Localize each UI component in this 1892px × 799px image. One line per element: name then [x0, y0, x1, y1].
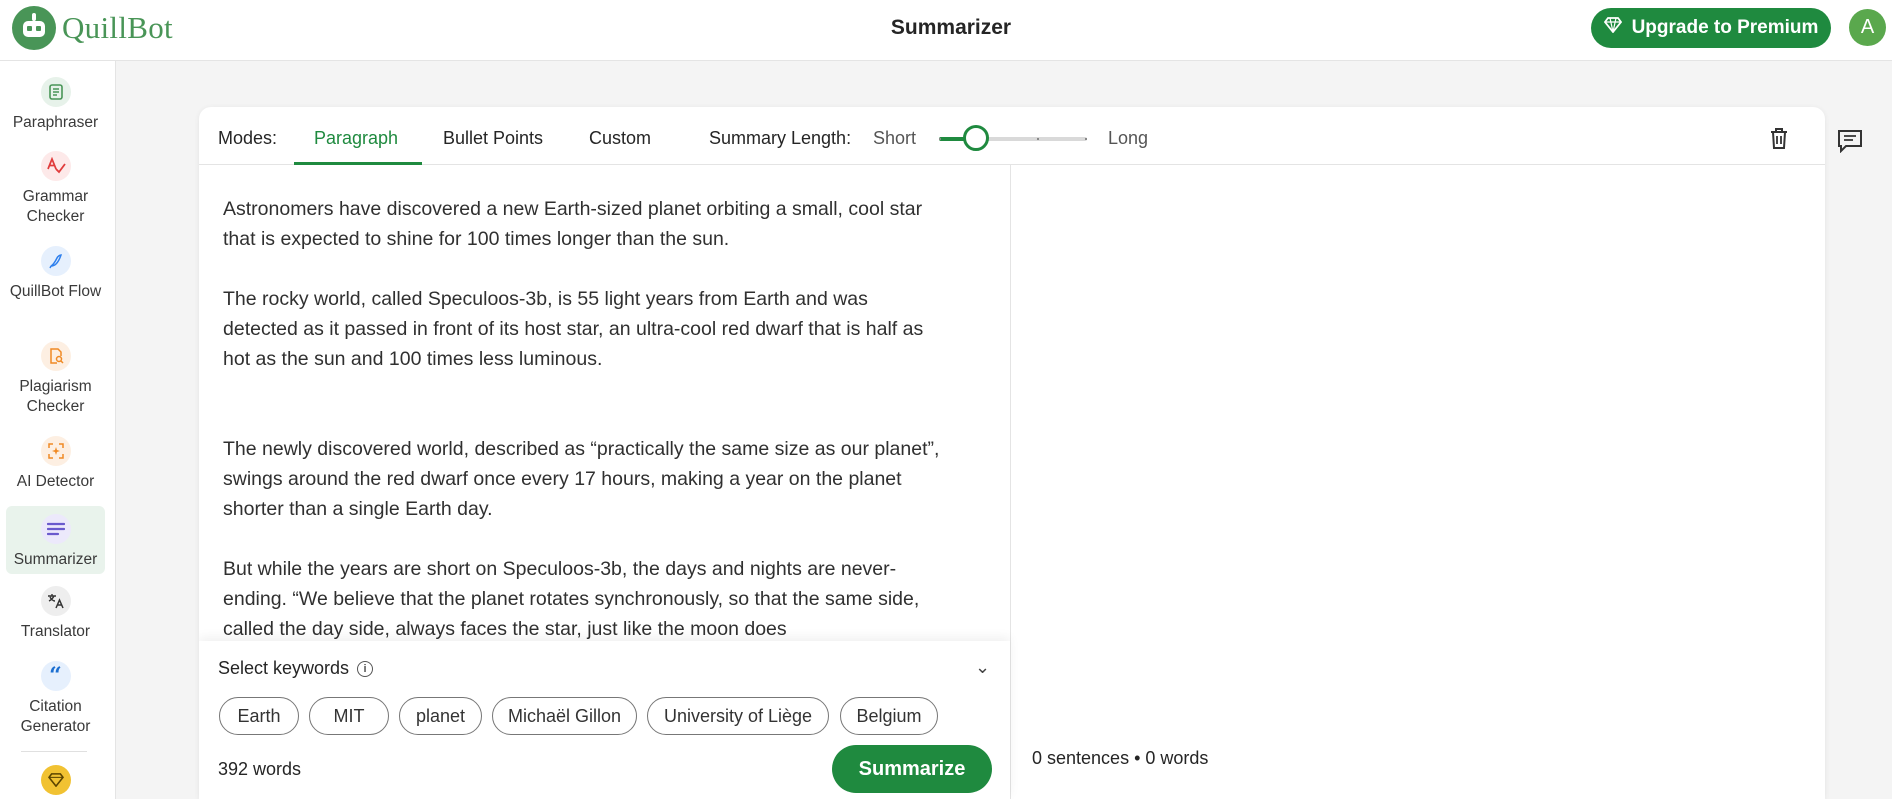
- input-paragraph: Astronomers have discovered a new Earth-…: [223, 198, 923, 250]
- sidebar-item-quillbot-flow[interactable]: QuillBot Flow: [6, 246, 105, 324]
- summarizer-card: Modes: Paragraph Bullet Points Custom Su…: [199, 107, 1825, 799]
- long-label: Long: [1108, 128, 1149, 148]
- paraphraser-icon: [40, 77, 71, 107]
- plagiarism-icon: [40, 341, 71, 371]
- sidebar-divider: [21, 751, 87, 752]
- upgrade-label: Upgrade to Premium: [1631, 17, 1819, 38]
- slider-tick: [1037, 138, 1039, 140]
- keyword-chip[interactable]: Michaël Gillon: [492, 697, 637, 735]
- sidebar-item-plagiarism-checker[interactable]: Plagiarism Checker: [6, 341, 105, 419]
- select-keywords-header[interactable]: Select keywords i: [218, 658, 374, 679]
- slider-tick: [1085, 138, 1087, 140]
- upgrade-to-premium-button[interactable]: Upgrade to Premium: [1591, 8, 1831, 48]
- premium-diamond-icon[interactable]: [41, 765, 71, 795]
- sidebar-item-label: QuillBot Flow: [9, 283, 102, 300]
- keyword-chip[interactable]: planet: [399, 697, 482, 735]
- info-icon[interactable]: i: [357, 660, 374, 677]
- sidebar-item-label: Paraphraser: [12, 114, 99, 131]
- sidebar-item-citation-generator[interactable]: “ Citation Generator: [6, 661, 105, 739]
- keyword-chip[interactable]: University of Liège: [647, 697, 829, 735]
- sidebar-item-grammar-checker[interactable]: Grammar Checker: [6, 151, 105, 229]
- summarize-button[interactable]: Summarize: [832, 745, 992, 793]
- comment-icon[interactable]: [1837, 129, 1863, 154]
- sidebar-item-label: Plagiarism Checker: [19, 378, 92, 415]
- sidebar-item-ai-detector[interactable]: AI Detector: [6, 436, 105, 496]
- sidebar: Paraphraser Grammar Checker QuillBot Flo…: [0, 61, 116, 799]
- sidebar-item-paraphraser[interactable]: Paraphraser: [6, 77, 105, 137]
- sidebar-item-label: Citation Generator: [20, 698, 91, 735]
- avatar[interactable]: A: [1849, 9, 1886, 46]
- slider-tick: [939, 138, 941, 140]
- sidebar-item-label: AI Detector: [16, 473, 95, 490]
- active-tab-indicator: [294, 162, 422, 165]
- flow-icon: [40, 246, 71, 276]
- output-stats: 0 sentences • 0 words: [1032, 748, 1209, 768]
- quote-icon: “: [40, 661, 71, 691]
- keyword-chip[interactable]: MIT: [309, 697, 389, 735]
- keyword-chip[interactable]: Belgium: [840, 697, 938, 735]
- sidebar-item-label: Translator: [20, 623, 91, 640]
- ai-detector-icon: [40, 436, 71, 466]
- input-paragraph: The newly discovered world, described as…: [223, 438, 940, 520]
- keyword-chip[interactable]: Earth: [219, 697, 299, 735]
- tab-paragraph[interactable]: Paragraph: [314, 128, 398, 149]
- short-label: Short: [873, 128, 917, 148]
- input-paragraph: The rocky world, called Speculoos-3b, is…: [223, 288, 924, 370]
- modes-toolbar: Modes: Paragraph Bullet Points Custom Su…: [199, 107, 1825, 165]
- keywords-panel: Select keywords i ⌄ Earth MIT planet Mic…: [199, 641, 1010, 799]
- tab-custom[interactable]: Custom: [589, 128, 651, 149]
- input-paragraph: But while the years are short on Speculo…: [223, 558, 920, 640]
- select-keywords-label: Select keywords: [218, 658, 350, 678]
- grammar-icon: [40, 151, 71, 181]
- trash-icon[interactable]: [1767, 126, 1791, 150]
- modes-label: Modes:: [218, 128, 278, 148]
- summary-length-slider[interactable]: [939, 137, 1087, 141]
- slider-handle[interactable]: [963, 125, 989, 151]
- input-text-area[interactable]: Astronomers have discovered a new Earth-…: [223, 194, 943, 674]
- sidebar-item-summarizer[interactable]: Summarizer: [6, 506, 105, 574]
- sidebar-item-label: Summarizer: [13, 551, 98, 568]
- sidebar-item-translator[interactable]: Translator: [6, 586, 105, 646]
- input-word-count: 392 words: [218, 759, 302, 779]
- top-header: QuillBot Summarizer Upgrade to Premium A: [0, 0, 1892, 61]
- tab-bullet-points[interactable]: Bullet Points: [443, 128, 543, 149]
- diamond-icon: [1603, 17, 1622, 39]
- sidebar-item-label: Grammar Checker: [22, 188, 89, 225]
- summarizer-icon: [40, 514, 71, 544]
- pane-divider: [1010, 165, 1011, 799]
- translator-icon: [40, 586, 71, 616]
- chevron-down-icon[interactable]: ⌄: [975, 657, 990, 678]
- summary-length-label: Summary Length:: [709, 128, 852, 148]
